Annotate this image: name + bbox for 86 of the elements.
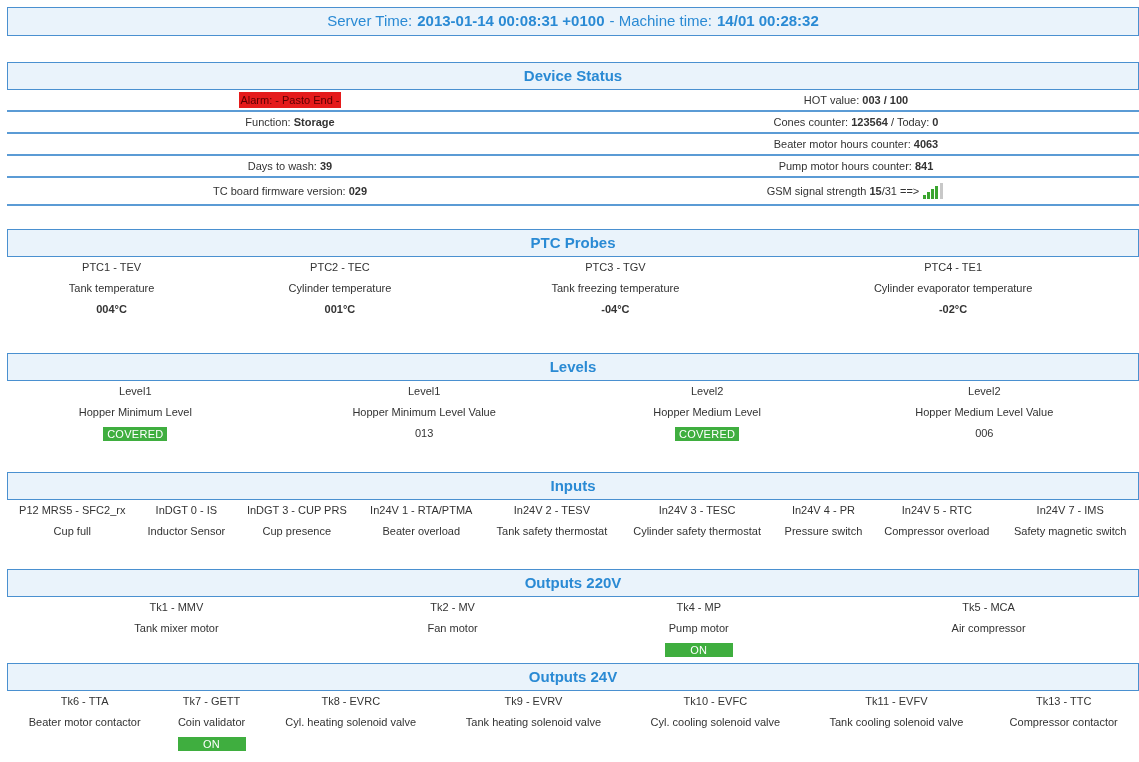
item-code: Tk2 - MV [430,601,475,614]
section-title: Levels [549,356,597,377]
status-text: Cones counter: 123564 / Today: 0 [773,114,939,130]
item-code: InDGT 0 - IS [155,504,218,517]
item-value: 004°C [96,302,127,315]
machine-time-value: 14/01 00:28:32 [717,11,819,32]
item-name: Fan motor [427,622,478,635]
status-badge: COVERED [674,426,740,441]
item-code: In24V 4 - PR [791,504,855,517]
item-value: 006 [975,426,994,439]
status-badge: ON [664,642,733,657]
machine-time-label: - Machine time: [609,11,713,32]
item-code: Tk5 - MCA [962,601,1015,614]
item-code: Level1 [407,385,441,398]
item-code: In24V 7 - IMS [1036,504,1104,517]
item-code: Level2 [968,385,1001,398]
item-name: Hopper Minimum Level [78,406,192,419]
status-text: TC board firmware version: 029 [212,183,368,199]
item-name: Tank freezing temperature [551,282,680,295]
item-name: Air compressor [951,622,1026,635]
item-name: Hopper Medium Level [653,406,761,419]
section-title: Outputs 220V [524,572,622,593]
item-name: Compressor overload [884,525,990,538]
item-code: Tk11 - EVFV [865,695,928,708]
item-name: Cylinder evaporator temperature [873,282,1033,295]
status-badge: ON [177,736,246,751]
item-name: Compressor contactor [1009,716,1118,729]
item-code: InDGT 3 - CUP PRS [246,504,347,517]
signal-icon [923,183,946,199]
item-code: In24V 3 - TESC [658,504,736,517]
item-name: Hopper Medium Level Value [915,406,1054,419]
item-code: In24V 1 - RTA/PTMA [370,504,473,517]
status-text: HOT value: 003 / 100 [803,92,909,108]
item-value: -04°C [601,302,630,315]
status-text: Days to wash: 39 [247,158,333,174]
item-name: Pressure switch [784,525,863,538]
item-code: PTC3 - TGV [585,261,646,274]
item-code: Tk7 - GETT [182,695,241,708]
status-text: Function: Storage [245,114,335,130]
item-name: Cup presence [262,525,332,538]
item-code: PTC1 - TEV [82,261,142,274]
item-code: In24V 2 - TESV [513,504,590,517]
status-text: Pump motor hours counter: 841 [778,158,934,174]
item-name: Coin validator [177,716,246,729]
alarm-badge: Alarm: - Pasto End - [239,91,341,109]
item-code: P12 MRS5 - SFC2_rx [19,504,126,517]
item-name: Hopper Minimum Level Value [352,406,496,419]
item-name: Tank cooling solenoid valve [829,716,964,729]
item-value: 001°C [324,302,356,315]
status-badge: COVERED [103,426,168,441]
item-code: Level1 [119,385,152,398]
item-name: Tank safety thermostat [496,525,608,538]
item-code: Tk9 - EVRV [504,695,563,708]
item-code: PTC4 - TE1 [924,261,982,274]
server-time-label: Server Time: [327,11,413,32]
item-name: Cylinder temperature [288,282,392,295]
item-name: Safety magnetic switch [1013,525,1127,538]
item-name: Beater overload [382,525,461,538]
item-name: Pump motor [668,622,729,635]
section-title: Outputs 24V [528,666,618,687]
signal-text: GSM signal strength 15/31 ==> [766,183,920,199]
item-name: Cyl. cooling solenoid valve [650,716,781,729]
item-code: Tk10 - EVFC [683,695,748,708]
item-code: In24V 5 - RTC [901,504,972,517]
item-name: Cup full [53,525,91,538]
item-value: 013 [414,426,434,439]
item-name: Tank temperature [68,282,155,295]
item-code: Tk6 - TTA [60,695,109,708]
section-title: PTC Probes [530,232,616,253]
item-name: Cyl. heating solenoid valve [285,716,417,729]
item-name: Tank heating solenoid valve [465,716,601,729]
item-name: Cylinder safety thermostat [633,525,761,538]
server-time-value: 2013-01-14 00:08:31 +0100 [417,11,605,32]
item-value: -02°C [938,302,968,315]
item-name: Tank mixer motor [134,622,219,635]
section-title: Device Status [523,65,623,86]
item-name: Beater motor contactor [28,716,141,729]
item-code: Tk13 - TTC [1035,695,1092,708]
item-code: Tk4 - MP [676,601,722,614]
item-code: Level2 [690,385,724,398]
item-code: PTC2 - TEC [310,261,370,274]
item-code: Tk1 - MMV [149,601,204,614]
section-title: Inputs [550,475,596,496]
item-code: Tk8 - EVRC [321,695,381,708]
status-text: Beater motor hours counter: 4063 [773,136,939,152]
item-name: Inductor Sensor [147,525,226,538]
